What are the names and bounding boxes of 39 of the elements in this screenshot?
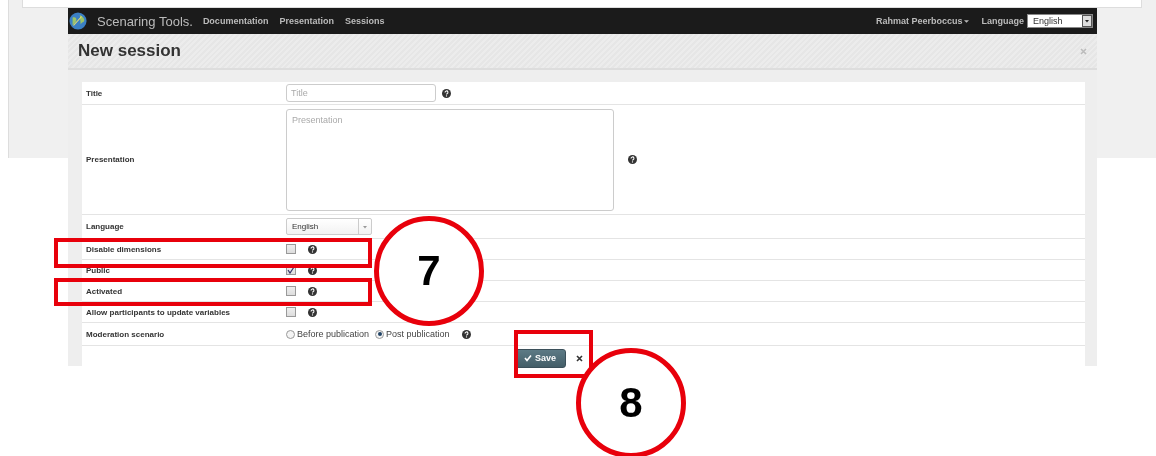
step-number: 8 <box>576 348 686 456</box>
nav-link[interactable]: Presentation <box>279 16 334 26</box>
field-label: Language <box>86 222 125 231</box>
nav-link[interactable]: Sessions <box>344 16 385 26</box>
checkbox[interactable] <box>286 265 296 275</box>
input-field[interactable]: Title <box>286 84 436 102</box>
globe-icon[interactable] <box>69 12 87 30</box>
radio-button[interactable] <box>286 329 295 339</box>
help-icon[interactable] <box>308 307 317 317</box>
radio-button[interactable] <box>375 329 385 339</box>
checkbox[interactable] <box>286 286 296 296</box>
nav-link[interactable]: Documentation <box>202 16 269 26</box>
language-dropdown[interactable]: English <box>1027 14 1093 28</box>
help-icon[interactable] <box>442 88 451 98</box>
field-label: Presentation <box>86 155 136 164</box>
field-label: Disable dimensions <box>86 244 163 254</box>
help-icon[interactable] <box>461 329 471 339</box>
help-icon[interactable] <box>308 286 317 296</box>
field-label: Allow participants to update variables <box>86 307 232 317</box>
close-icon[interactable] <box>576 354 583 362</box>
caret-icon[interactable] <box>964 19 970 23</box>
help-icon[interactable] <box>628 155 637 164</box>
field-label: Public <box>86 265 111 275</box>
help-icon[interactable] <box>308 244 317 254</box>
field-label: Title <box>86 88 104 98</box>
checkbox[interactable] <box>286 244 296 254</box>
language-select[interactable]: English <box>286 218 372 235</box>
option-label: Before publication <box>297 329 370 339</box>
language-label: Language <box>981 16 1024 26</box>
field-label: Moderation scenario <box>86 329 166 339</box>
field-label: Activated <box>86 286 123 296</box>
text-area[interactable]: Presentation <box>286 108 614 211</box>
option-label: Post publication <box>386 329 450 339</box>
brand-name[interactable]: Scenaring Tools. <box>97 13 193 29</box>
help-icon[interactable] <box>308 265 317 275</box>
page-title: New session <box>78 41 181 61</box>
checkbox[interactable] <box>286 307 296 317</box>
check-icon <box>524 354 532 362</box>
user-menu[interactable]: Rahmat Peerboccus <box>875 16 970 26</box>
